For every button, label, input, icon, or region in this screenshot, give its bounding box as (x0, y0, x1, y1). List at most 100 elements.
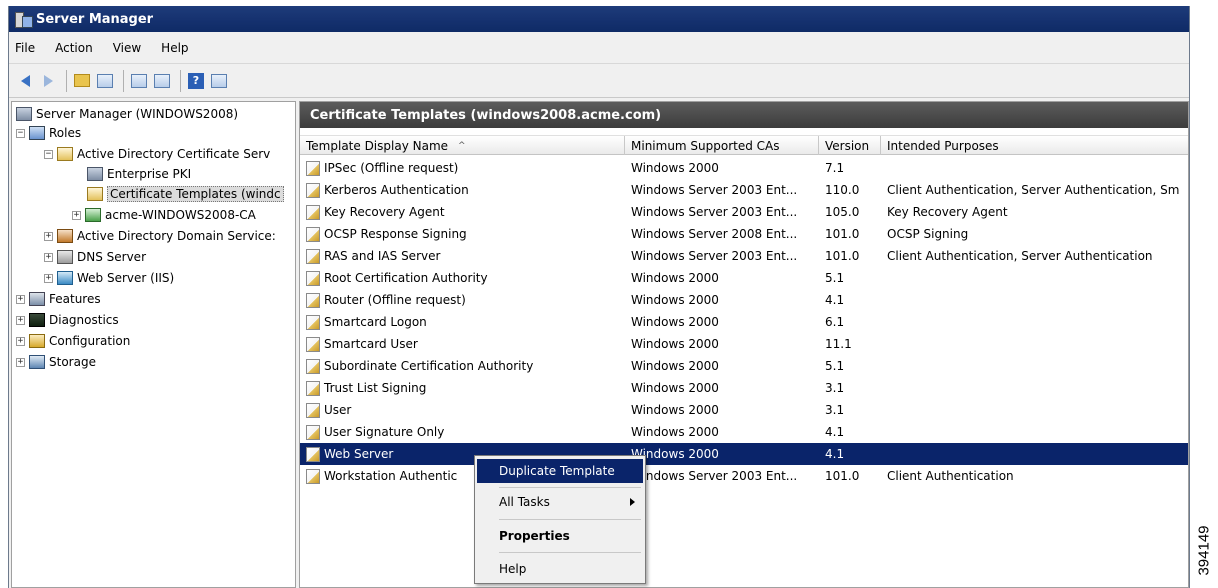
tree-item-storage[interactable]: + Storage (16, 352, 96, 372)
configuration-icon (29, 334, 45, 348)
column-header-min-ca[interactable]: Minimum Supported CAs (625, 136, 819, 155)
context-menu: Duplicate Template All Tasks Properties … (474, 455, 646, 584)
server-manager-app-icon (15, 12, 33, 28)
certificate-template-icon (306, 336, 320, 352)
cell-intended-purposes (887, 355, 1188, 377)
expand-icon[interactable]: + (16, 294, 25, 304)
collapse-icon[interactable]: − (16, 128, 25, 138)
tree-item-adds[interactable]: + Active Directory Domain Service: (44, 226, 276, 246)
tree-item-label: Configuration (49, 334, 131, 348)
cell-version: 101.0 (825, 465, 881, 487)
template-row[interactable]: RAS and IAS Server Windows Server 2003 En… (300, 245, 1188, 267)
certificate-template-icon (306, 270, 320, 286)
tree-item-root[interactable]: Server Manager (WINDOWS2008) (16, 104, 238, 124)
template-row[interactable]: Kerberos Authentication Windows Server 20… (300, 179, 1188, 201)
cell-min-ca-text: Windows 2000 (631, 315, 719, 329)
expand-icon[interactable]: + (16, 315, 25, 325)
cell-template-name: Root Certification Authority (306, 267, 621, 289)
cell-intended-purposes-text: Client Authentication (887, 469, 1014, 483)
cell-intended-purposes (887, 399, 1188, 421)
cell-template-name: Smartcard User (306, 333, 621, 355)
tree-item-features[interactable]: + Features (16, 289, 101, 309)
forward-arrow-icon[interactable] (38, 71, 58, 91)
expand-icon[interactable]: + (44, 231, 53, 241)
tree-item-ca[interactable]: + acme-WINDOWS2008-CA (72, 205, 256, 225)
help-icon[interactable]: ? (186, 71, 206, 91)
template-row[interactable]: Subordinate Certification Authority Windo… (300, 355, 1188, 377)
template-row[interactable]: User Windows 2000 3.1 (300, 399, 1188, 421)
template-row[interactable]: Smartcard Logon Windows 2000 6.1 (300, 311, 1188, 333)
menu-action[interactable]: Action (55, 41, 93, 55)
template-row[interactable]: User Signature Only Windows 2000 4.1 (300, 421, 1188, 443)
tree-item-certificate-templates[interactable]: Certificate Templates (windc (87, 184, 284, 204)
tree-item-configuration[interactable]: + Configuration (16, 331, 130, 351)
menu-separator (499, 519, 641, 520)
column-header-template-name[interactable]: Template Display Name ^ (300, 136, 625, 155)
navigation-tree: Server Manager (WINDOWS2008) − Roles − A… (11, 101, 296, 588)
tree-item-enterprise-pki[interactable]: Enterprise PKI (87, 164, 191, 184)
cell-min-ca: Windows 2000 (631, 421, 817, 443)
template-row[interactable]: OCSP Response Signing Windows Server 2008… (300, 223, 1188, 245)
template-row[interactable]: Web Server Windows 2000 4.1 (300, 443, 1188, 465)
export-list-icon[interactable] (129, 71, 149, 91)
expand-icon[interactable]: + (16, 336, 25, 346)
template-row[interactable]: Trust List Signing Windows 2000 3.1 (300, 377, 1188, 399)
cell-min-ca-text: Windows Server 2003 Ent... (631, 249, 798, 263)
sort-ascending-icon: ^ (458, 140, 466, 151)
cell-template-name-text: Trust List Signing (324, 381, 427, 395)
template-row[interactable]: Router (Offline request) Windows 2000 4.1 (300, 289, 1188, 311)
cell-version-text: 101.0 (825, 249, 860, 263)
cell-intended-purposes-text: Client Authentication, Server Authentica… (887, 183, 1180, 197)
cell-intended-purposes: Client Authentication (887, 465, 1188, 487)
expand-icon[interactable]: + (44, 252, 53, 262)
up-folder-icon[interactable] (72, 71, 92, 91)
menu-file[interactable]: File (15, 41, 35, 55)
menu-item-label: Help (499, 562, 527, 576)
collapse-icon[interactable]: − (44, 149, 53, 159)
cell-intended-purposes-text: Key Recovery Agent (887, 205, 1008, 219)
refresh-icon[interactable] (152, 71, 172, 91)
menu-item-duplicate-template[interactable]: Duplicate Template (477, 459, 643, 483)
cell-version: 101.0 (825, 223, 881, 245)
expand-icon[interactable]: + (72, 210, 81, 220)
cell-version-text: 105.0 (825, 205, 860, 219)
template-row[interactable]: Root Certification Authority Windows 2000… (300, 267, 1188, 289)
expand-icon[interactable]: + (44, 273, 53, 283)
template-row[interactable]: Workstation Authentic Windows Server 2003… (300, 465, 1188, 487)
cell-intended-purposes (887, 311, 1188, 333)
column-header-version[interactable]: Version (819, 136, 881, 155)
certificate-template-icon (306, 314, 320, 330)
tree-item-diagnostics[interactable]: + Diagnostics (16, 310, 119, 330)
cell-version: 5.1 (825, 355, 881, 377)
template-row[interactable]: Key Recovery Agent Windows Server 2003 En… (300, 201, 1188, 223)
menu-view[interactable]: View (113, 41, 141, 55)
show-hide-tree-icon[interactable] (95, 71, 115, 91)
template-row[interactable]: Smartcard User Windows 2000 11.1 (300, 333, 1188, 355)
web-server-icon (57, 271, 73, 285)
properties-icon[interactable] (209, 71, 229, 91)
cell-version: 110.0 (825, 179, 881, 201)
back-arrow-icon[interactable] (15, 71, 35, 91)
template-row[interactable]: IPSec (Offline request) Windows 2000 7.1 (300, 157, 1188, 179)
cell-min-ca-text: Windows 2000 (631, 403, 719, 417)
expand-icon[interactable]: + (16, 357, 25, 367)
certificate-template-icon (306, 248, 320, 264)
cell-min-ca-text: Windows Server 2003 Ent... (631, 205, 798, 219)
toolbar: ? (9, 64, 1189, 98)
cell-version: 105.0 (825, 201, 881, 223)
certificate-templates-icon (87, 187, 103, 201)
tree-item-web-server[interactable]: + Web Server (IIS) (44, 268, 174, 288)
certification-authority-icon (85, 208, 101, 222)
menu-item-all-tasks[interactable]: All Tasks (477, 490, 643, 514)
column-header-intended-purposes[interactable]: Intended Purposes (881, 136, 1188, 155)
cell-version: 4.1 (825, 421, 881, 443)
window-title: Server Manager (36, 11, 154, 27)
menu-help[interactable]: Help (161, 41, 188, 55)
cell-template-name-text: IPSec (Offline request) (324, 161, 459, 175)
cell-version-text: 6.1 (825, 315, 845, 329)
tree-item-dns[interactable]: + DNS Server (44, 247, 146, 267)
tree-item-adcs[interactable]: − Active Directory Certificate Serv (44, 144, 270, 164)
menu-item-properties[interactable]: Properties (477, 524, 643, 548)
tree-item-roles[interactable]: − Roles (16, 123, 81, 143)
menu-item-help[interactable]: Help (477, 557, 643, 581)
